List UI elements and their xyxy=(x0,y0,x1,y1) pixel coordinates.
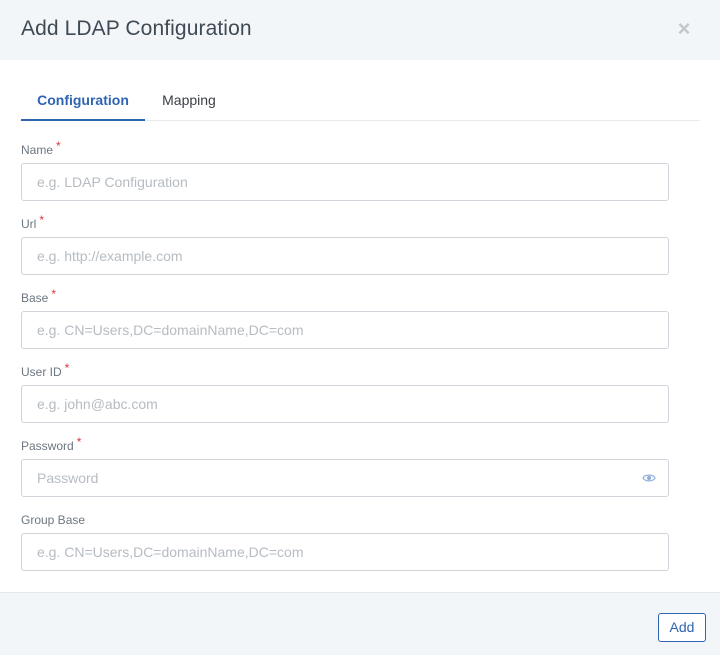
base-label: Base * xyxy=(21,287,56,305)
name-input[interactable] xyxy=(22,164,668,200)
required-marker: * xyxy=(64,361,70,375)
name-label: Name * xyxy=(21,139,61,157)
ldap-config-modal: Add LDAP Configuration × Configuration M… xyxy=(0,0,720,655)
group-base-label-text: Group Base xyxy=(21,513,86,527)
user-id-input[interactable] xyxy=(22,386,668,422)
close-icon[interactable]: × xyxy=(674,18,694,40)
add-button[interactable]: Add xyxy=(658,613,706,642)
required-marker: * xyxy=(56,139,61,153)
url-input[interactable] xyxy=(22,238,668,274)
required-marker: * xyxy=(39,213,44,227)
base-field-box xyxy=(21,311,669,349)
modal-footer: Add xyxy=(0,592,720,655)
password-label-text: Password xyxy=(21,439,74,453)
tab-mapping[interactable]: Mapping xyxy=(145,80,233,121)
name-label-text: Name xyxy=(21,143,54,157)
required-marker: * xyxy=(51,287,57,301)
base-input[interactable] xyxy=(22,312,668,348)
url-label-text: Url xyxy=(21,217,37,231)
group-base-field-box xyxy=(21,533,669,571)
user-id-field-box xyxy=(21,385,669,423)
user-id-label-text: User ID xyxy=(21,365,62,379)
password-field-box xyxy=(21,459,669,497)
user-id-label: User ID * xyxy=(21,361,69,379)
group-base-input[interactable] xyxy=(22,534,668,570)
tab-bar: Configuration Mapping xyxy=(20,80,700,121)
required-marker: * xyxy=(76,435,82,449)
modal-title: Add LDAP Configuration xyxy=(21,17,252,40)
name-field-box xyxy=(21,163,669,201)
group-base-label: Group Base xyxy=(21,513,85,527)
url-field-box xyxy=(21,237,669,275)
base-label-text: Base xyxy=(21,291,49,305)
url-label: Url * xyxy=(21,213,44,231)
password-input[interactable] xyxy=(22,460,668,496)
tab-configuration[interactable]: Configuration xyxy=(21,80,145,121)
eye-icon[interactable] xyxy=(642,472,656,484)
modal-header: Add LDAP Configuration × xyxy=(0,0,720,60)
password-label: Password * xyxy=(21,435,81,453)
